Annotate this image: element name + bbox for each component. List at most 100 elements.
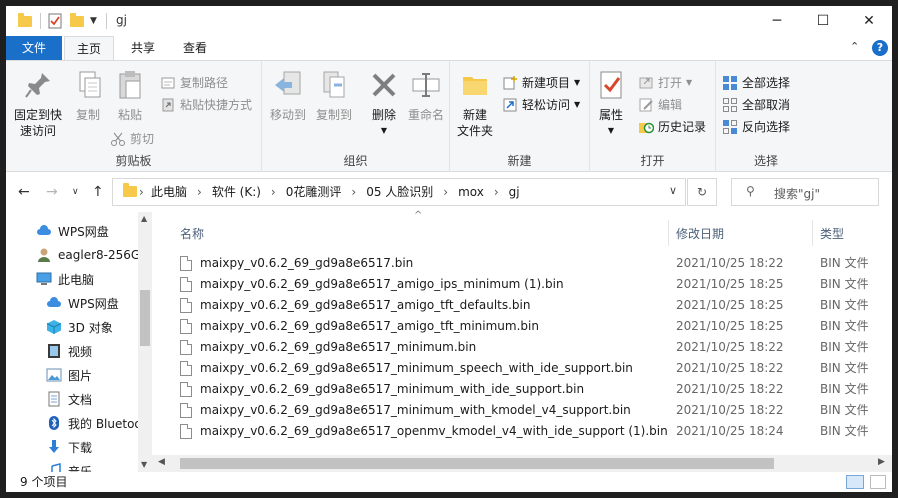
column-header-date[interactable]: 修改日期 bbox=[676, 222, 724, 246]
column-header-type[interactable]: 类型 bbox=[820, 222, 844, 246]
file-list-horizontal-scrollbar[interactable]: ◀ ▶ bbox=[152, 455, 892, 472]
paste-shortcut-icon bbox=[160, 97, 176, 113]
history-button[interactable]: 历史记录 bbox=[638, 117, 706, 137]
file-row[interactable]: maixpy_v0.6.2_69_gd9a8e6517_minimum_spee… bbox=[174, 358, 886, 379]
nav-item-wps-cloud[interactable]: WPS网盘 bbox=[36, 220, 152, 242]
nav-item-wps-cloud-2[interactable]: WPS网盘 bbox=[46, 292, 152, 314]
new-folder-quick-icon[interactable] bbox=[70, 12, 84, 29]
pin-to-quick-access-button[interactable]: 固定到快 速访问 bbox=[12, 67, 64, 139]
file-row[interactable]: maixpy_v0.6.2_69_gd9a8e6517_openmv_kmode… bbox=[174, 421, 886, 442]
ribbon-tabs: 文件 主页 共享 查看 ⌃ ? bbox=[6, 36, 892, 60]
copy-to-button[interactable]: 复制到 bbox=[312, 67, 356, 123]
tab-file[interactable]: 文件 bbox=[6, 36, 62, 60]
copy-icon bbox=[72, 69, 104, 101]
scroll-up-icon[interactable]: ▲ bbox=[141, 214, 147, 223]
tab-view[interactable]: 查看 bbox=[170, 36, 220, 60]
scrollbar-thumb[interactable] bbox=[180, 458, 774, 469]
cube-icon bbox=[46, 319, 62, 335]
invert-selection-label: 反向选择 bbox=[742, 120, 791, 134]
scroll-down-icon[interactable]: ▼ bbox=[141, 460, 147, 469]
customize-toolbar-icon[interactable]: ▼ bbox=[90, 13, 97, 29]
new-item-button[interactable]: 新建项目 ▼ bbox=[502, 73, 580, 93]
select-all-icon bbox=[722, 75, 738, 91]
help-icon[interactable]: ? bbox=[872, 40, 888, 56]
file-date: 2021/10/25 18:22 bbox=[676, 361, 784, 375]
breadcrumb-item[interactable]: 软件 (K:) bbox=[212, 179, 261, 205]
open-button[interactable]: 打开 ▼ bbox=[638, 73, 692, 93]
file-row[interactable]: maixpy_v0.6.2_69_gd9a8e6517.bin 2021/10/… bbox=[174, 253, 886, 274]
user-icon bbox=[36, 247, 52, 263]
properties-button[interactable]: 属性 ▼ bbox=[594, 67, 628, 139]
select-none-button[interactable]: 全部取消 bbox=[722, 95, 790, 115]
column-divider[interactable] bbox=[812, 220, 813, 246]
copy-path-button[interactable]: 复制路径 bbox=[160, 73, 228, 93]
breadcrumb-item[interactable]: mox bbox=[458, 179, 484, 205]
large-icons-view-icon[interactable] bbox=[870, 475, 886, 489]
tab-home[interactable]: 主页 bbox=[64, 36, 114, 60]
tab-share[interactable]: 共享 bbox=[118, 36, 168, 60]
up-arrow-icon[interactable]: ↑ bbox=[92, 184, 104, 200]
column-header-name[interactable]: 名称 bbox=[180, 222, 204, 246]
nav-item-user[interactable]: eagler8-256G bbox=[36, 244, 152, 266]
file-name: maixpy_v0.6.2_69_gd9a8e6517_minimum.bin bbox=[200, 340, 477, 354]
nav-item-this-pc[interactable]: 此电脑 bbox=[36, 268, 152, 290]
delete-x-icon bbox=[368, 69, 400, 101]
edit-button[interactable]: 编辑 bbox=[638, 95, 682, 115]
nav-item-downloads[interactable]: 下载 bbox=[46, 436, 152, 458]
invert-selection-button[interactable]: 反向选择 bbox=[722, 117, 790, 137]
search-box[interactable]: ⚲ 搜索"gj" bbox=[731, 178, 879, 206]
file-name: maixpy_v0.6.2_69_gd9a8e6517_minimum_spee… bbox=[200, 361, 633, 375]
properties-label: 属性 bbox=[598, 108, 623, 122]
column-divider[interactable] bbox=[668, 220, 669, 246]
file-row[interactable]: maixpy_v0.6.2_69_gd9a8e6517_amigo_ips_mi… bbox=[174, 274, 886, 295]
rename-button[interactable]: 重命名 bbox=[406, 67, 446, 123]
breadcrumb-item[interactable]: 05 人脸识别 bbox=[366, 179, 433, 205]
refresh-button[interactable]: ↻ bbox=[687, 178, 717, 206]
file-date: 2021/10/25 18:25 bbox=[676, 277, 784, 291]
paste-shortcut-button[interactable]: 粘贴快捷方式 bbox=[160, 95, 252, 115]
open-group-label: 打开 bbox=[640, 154, 665, 168]
nav-item-videos[interactable]: 视频 bbox=[46, 340, 152, 362]
properties-quick-icon[interactable] bbox=[48, 13, 62, 29]
nav-item-bluetooth[interactable]: 我的 Bluetooth bbox=[46, 412, 152, 434]
select-all-button[interactable]: 全部选择 bbox=[722, 73, 790, 93]
file-row[interactable]: maixpy_v0.6.2_69_gd9a8e6517_amigo_tft_de… bbox=[174, 295, 886, 316]
recent-locations-icon[interactable]: ∨ bbox=[72, 187, 79, 197]
breadcrumb-item[interactable]: gj bbox=[509, 179, 520, 205]
address-bar[interactable]: › 此电脑 › 软件 (K:) › 0花雕测评 › 05 人脸识别 › mox › gj … bbox=[112, 178, 686, 206]
easy-access-button[interactable]: 轻松访问 ▼ bbox=[502, 95, 580, 115]
move-to-button[interactable]: 移动到 bbox=[266, 67, 310, 123]
nav-pane-scrollbar[interactable]: ▲ ▼ bbox=[138, 212, 152, 474]
nav-item-label: WPS网盘 bbox=[58, 224, 109, 239]
file-row[interactable]: maixpy_v0.6.2_69_gd9a8e6517_amigo_tft_mi… bbox=[174, 316, 886, 337]
breadcrumb-item[interactable]: 0花雕测评 bbox=[286, 179, 342, 205]
delete-button[interactable]: 删除 ▼ bbox=[364, 67, 404, 139]
collapse-ribbon-icon[interactable]: ⌃ bbox=[850, 40, 859, 53]
details-view-icon[interactable] bbox=[846, 475, 864, 489]
nav-item-3d-objects[interactable]: 3D 对象 bbox=[46, 316, 152, 338]
back-arrow-icon[interactable]: ← bbox=[18, 184, 30, 200]
download-icon bbox=[46, 439, 62, 455]
file-row[interactable]: maixpy_v0.6.2_69_gd9a8e6517_minimum_with… bbox=[174, 379, 886, 400]
close-button[interactable]: ✕ bbox=[846, 6, 892, 36]
search-icon: ⚲ bbox=[746, 184, 755, 198]
explorer-window: ▼ gj ─ ☐ ✕ 文件 主页 共享 查看 ⌃ ? 固定到快 速访问 复制 粘… bbox=[6, 6, 892, 492]
new-folder-button[interactable]: 新建 文件夹 bbox=[452, 67, 498, 139]
breadcrumb-item[interactable]: 此电脑 bbox=[151, 179, 187, 205]
select-group-label: 选择 bbox=[753, 154, 778, 168]
minimize-button[interactable]: ─ bbox=[754, 6, 800, 36]
file-row[interactable]: maixpy_v0.6.2_69_gd9a8e6517_minimum.bin … bbox=[174, 337, 886, 358]
file-name: maixpy_v0.6.2_69_gd9a8e6517_amigo_tft_de… bbox=[200, 298, 531, 312]
scrollbar-thumb[interactable] bbox=[140, 290, 150, 346]
address-dropdown-icon[interactable]: ∨ bbox=[669, 184, 677, 197]
copy-button[interactable]: 复制 bbox=[68, 67, 108, 123]
nav-item-documents[interactable]: 文档 bbox=[46, 388, 152, 410]
forward-arrow-icon[interactable]: → bbox=[46, 184, 58, 200]
paste-button[interactable]: 粘贴 bbox=[110, 67, 150, 123]
cut-button[interactable]: 剪切 bbox=[110, 129, 154, 149]
file-row[interactable]: maixpy_v0.6.2_69_gd9a8e6517_minimum_with… bbox=[174, 400, 886, 421]
maximize-button[interactable]: ☐ bbox=[800, 6, 846, 36]
scroll-right-icon[interactable]: ▶ bbox=[878, 457, 885, 467]
nav-item-pictures[interactable]: 图片 bbox=[46, 364, 152, 386]
scroll-left-icon[interactable]: ◀ bbox=[158, 457, 165, 467]
